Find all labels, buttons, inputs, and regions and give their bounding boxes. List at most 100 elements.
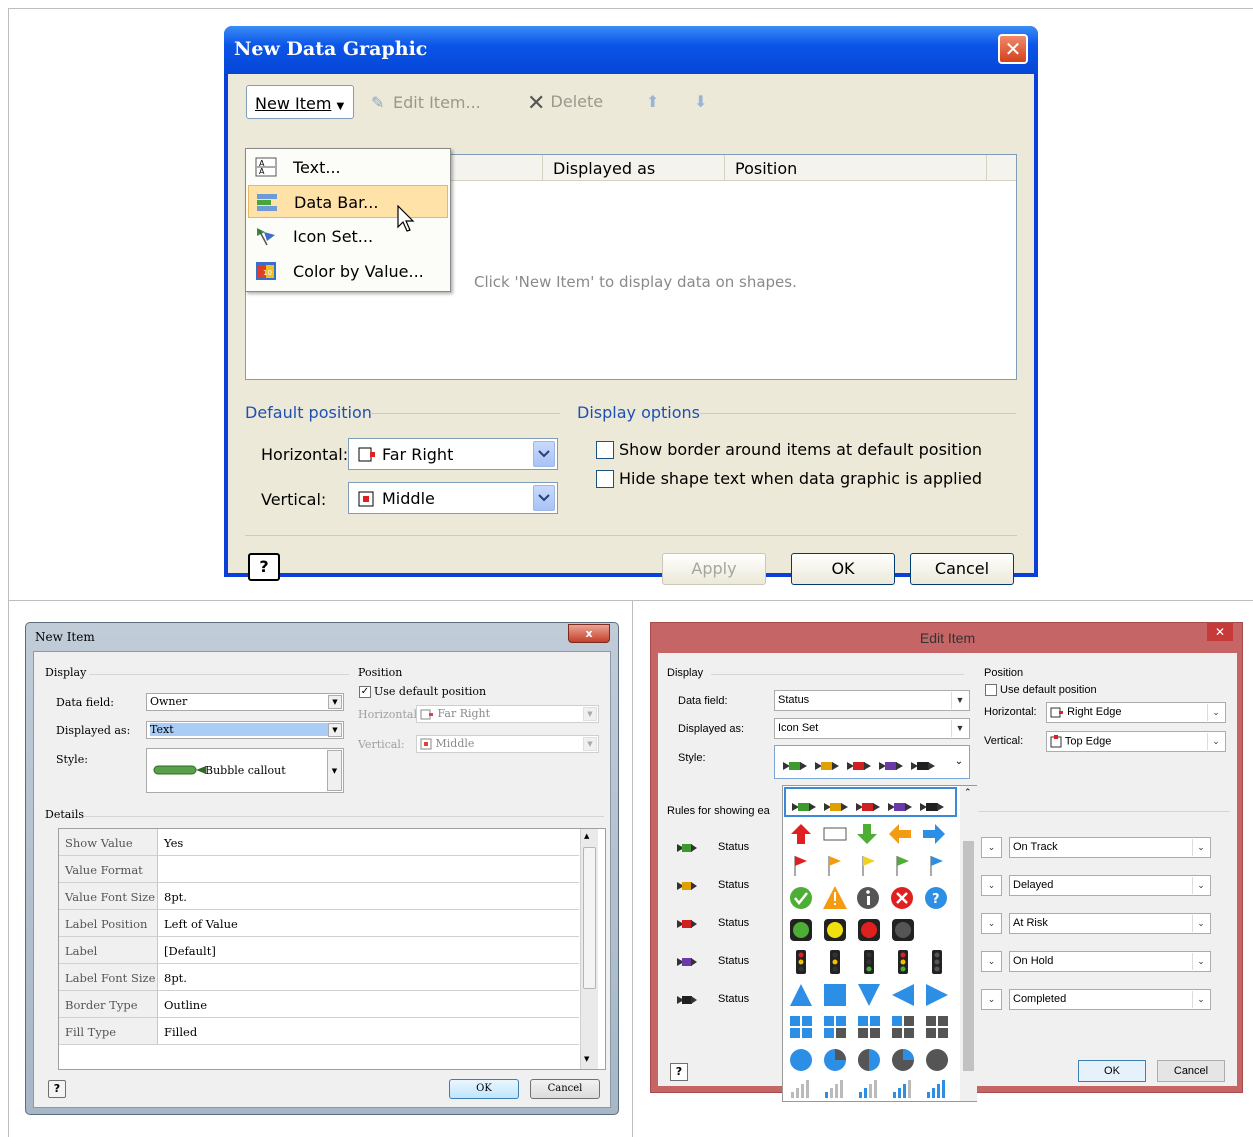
- chevron-down-icon[interactable]: ▼: [327, 750, 342, 791]
- chevron-down-icon[interactable]: ⌄: [983, 953, 1000, 970]
- rule-value-select[interactable]: At Risk ⌄: [1009, 913, 1211, 934]
- vertical-scrollbar[interactable]: ⌃: [960, 786, 977, 1101]
- style-label: Style:: [678, 752, 706, 764]
- display-options-label: Display options: [577, 403, 700, 422]
- scrollbar-thumb[interactable]: [583, 847, 596, 989]
- chevron-down-icon[interactable]: ⌄: [983, 839, 1000, 856]
- displayed-as-select[interactable]: Text ▼: [146, 721, 344, 739]
- rule-value-select[interactable]: Delayed ⌄: [1009, 875, 1211, 896]
- rule-value-select[interactable]: On Hold ⌄: [1009, 951, 1211, 972]
- chevron-down-icon[interactable]: ▼: [951, 692, 968, 709]
- move-down-icon[interactable]: ⬇: [694, 92, 707, 111]
- style-select[interactable]: ⌄: [774, 745, 970, 779]
- horizontal-select[interactable]: Far Right ▼: [416, 705, 599, 723]
- scroll-up-icon[interactable]: ⌃: [964, 788, 972, 798]
- new-item-dialog: New Item x Display Data field: Owner ▼ D…: [25, 622, 619, 1115]
- icon-set-grid[interactable]: ?: [787, 820, 959, 1100]
- move-up-icon[interactable]: ⬆: [646, 92, 659, 111]
- chevron-down-icon[interactable]: ▼: [583, 707, 597, 721]
- rule-field-label: Status: [718, 917, 750, 929]
- chevron-down-icon[interactable]: ⌄: [1192, 877, 1209, 894]
- svg-text:A: A: [259, 167, 265, 176]
- icon-set-dropdown[interactable]: ⌃ ?: [782, 785, 977, 1102]
- apply-button[interactable]: Apply: [662, 553, 766, 585]
- table-row[interactable]: Label Position Left of Value: [59, 910, 579, 937]
- edit-item-button[interactable]: ✎ Edit Item...: [371, 93, 481, 112]
- use-default-checkbox[interactable]: [985, 684, 997, 696]
- data-field-select[interactable]: Owner ▼: [146, 693, 344, 711]
- scrollbar-thumb[interactable]: [963, 841, 974, 1071]
- menu-item-icon-set[interactable]: Icon Set...: [248, 220, 448, 253]
- menu-item-data-bar[interactable]: Data Bar...: [248, 185, 448, 218]
- new-item-button[interactable]: New Item ▼: [246, 85, 354, 119]
- icon-set-option-flags[interactable]: [784, 787, 957, 817]
- table-row[interactable]: Border Type Outline: [59, 991, 579, 1018]
- rule-value-select[interactable]: On Track ⌄: [1009, 837, 1211, 858]
- details-grid[interactable]: Show Value Yes Value Format Value Font Si…: [58, 828, 606, 1070]
- chevron-down-icon[interactable]: ⌄: [1192, 915, 1209, 932]
- column-header-displayed-as[interactable]: Displayed as: [542, 155, 724, 181]
- vertical-select[interactable]: Middle: [348, 482, 558, 514]
- chevron-down-icon[interactable]: ⌄: [1207, 704, 1224, 721]
- hide-text-checkbox[interactable]: [596, 470, 614, 488]
- chevron-down-icon[interactable]: ⌄: [950, 747, 968, 777]
- hide-text-label: Hide shape text when data graphic is app…: [619, 469, 983, 488]
- style-select[interactable]: Bubble callout ▼: [146, 748, 344, 793]
- close-button[interactable]: x: [568, 624, 610, 643]
- cancel-button[interactable]: Cancel: [1157, 1060, 1225, 1082]
- rule-operator-select[interactable]: ⌄: [981, 913, 1002, 934]
- table-row[interactable]: Label [Default]: [59, 937, 579, 964]
- vertical-scrollbar[interactable]: ▲ ▼: [580, 829, 598, 1069]
- chevron-down-icon[interactable]: ⌄: [1192, 839, 1209, 856]
- help-icon[interactable]: ?: [248, 553, 280, 581]
- table-row[interactable]: Value Font Size 8pt.: [59, 883, 579, 910]
- help-icon[interactable]: ?: [670, 1063, 688, 1081]
- rule-operator-select[interactable]: ⌄: [981, 875, 1002, 896]
- chevron-down-icon[interactable]: ⌄: [1192, 953, 1209, 970]
- chevron-down-icon[interactable]: ▼: [328, 695, 342, 709]
- rule-value-select[interactable]: Completed ⌄: [1009, 989, 1211, 1010]
- chevron-down-icon[interactable]: ▼: [583, 737, 597, 751]
- cancel-button[interactable]: Cancel: [910, 553, 1014, 585]
- ok-button[interactable]: OK: [449, 1079, 519, 1099]
- chevron-down-icon[interactable]: [533, 485, 555, 511]
- close-button[interactable]: ✕: [998, 34, 1028, 64]
- cancel-button[interactable]: Cancel: [530, 1079, 600, 1099]
- table-row[interactable]: Label Font Size 8pt.: [59, 964, 579, 991]
- rule-operator-select[interactable]: ⌄: [981, 951, 1002, 972]
- menu-item-text[interactable]: AA Text...: [248, 151, 448, 184]
- horizontal-select[interactable]: Right Edge ⌄: [1046, 702, 1226, 723]
- vertical-select[interactable]: Middle ▼: [416, 735, 599, 753]
- chevron-down-icon[interactable]: ⌄: [983, 877, 1000, 894]
- table-row[interactable]: Value Format: [59, 856, 579, 883]
- data-bar-icon: [257, 194, 277, 211]
- help-icon[interactable]: ?: [48, 1080, 66, 1098]
- table-row[interactable]: Show Value Yes: [59, 829, 579, 856]
- menu-item-color-by-value[interactable]: 10 Color by Value...: [248, 255, 448, 288]
- rule-operator-select[interactable]: ⌄: [981, 837, 1002, 858]
- chevron-down-icon[interactable]: ⌄: [983, 991, 1000, 1008]
- show-border-checkbox[interactable]: [596, 441, 614, 459]
- scroll-down-icon[interactable]: ▼: [584, 1055, 589, 1063]
- data-field-select[interactable]: Status ▼: [774, 690, 970, 711]
- chevron-down-icon[interactable]: [533, 441, 555, 467]
- chevron-down-icon[interactable]: ⌄: [1192, 991, 1209, 1008]
- use-default-checkbox[interactable]: ✓: [359, 686, 371, 698]
- delete-button[interactable]: ✕ Delete: [527, 91, 603, 116]
- chevron-down-icon[interactable]: ▼: [328, 723, 342, 737]
- chevron-down-icon[interactable]: ⌄: [1207, 733, 1224, 750]
- vertical-select[interactable]: Top Edge ⌄: [1046, 731, 1226, 752]
- table-row[interactable]: Fill Type Filled: [59, 1018, 579, 1045]
- horizontal-select[interactable]: Far Right: [348, 438, 558, 470]
- close-button[interactable]: ✕: [1207, 623, 1233, 641]
- chevron-down-icon[interactable]: ⌄: [983, 915, 1000, 932]
- column-header-position[interactable]: Position: [724, 155, 986, 181]
- rule-operator-select[interactable]: ⌄: [981, 989, 1002, 1010]
- ok-button[interactable]: OK: [791, 553, 895, 585]
- displayed-as-select[interactable]: Icon Set ▼: [774, 718, 970, 739]
- dialog-title: Edit Item: [919, 630, 976, 646]
- middle-icon: [358, 491, 374, 507]
- ok-button[interactable]: OK: [1078, 1060, 1146, 1082]
- scroll-up-icon[interactable]: ▲: [584, 832, 589, 840]
- chevron-down-icon[interactable]: ▼: [951, 720, 968, 737]
